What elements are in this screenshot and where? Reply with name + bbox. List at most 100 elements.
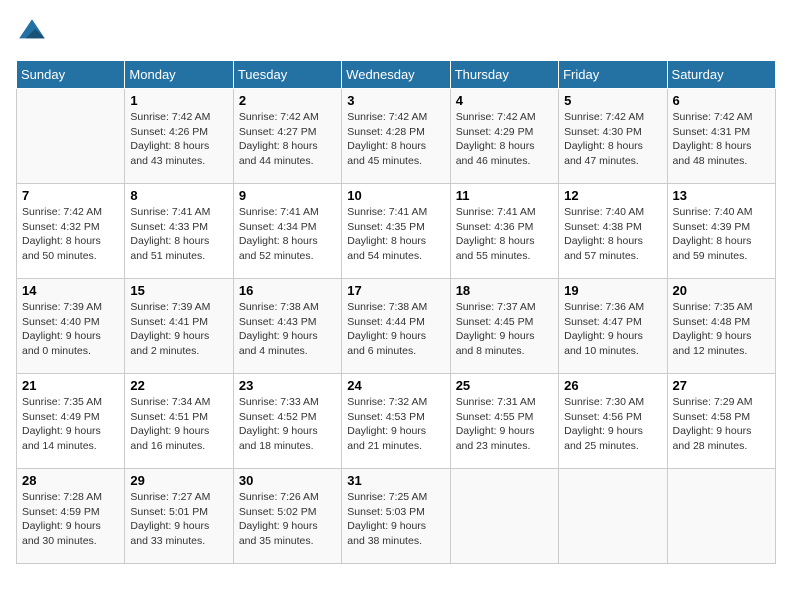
day-number: 10 — [347, 188, 444, 203]
cell-info: Sunrise: 7:26 AMSunset: 5:02 PMDaylight:… — [239, 490, 336, 549]
day-number: 9 — [239, 188, 336, 203]
calendar-cell: 28 Sunrise: 7:28 AMSunset: 4:59 PMDayligh… — [17, 469, 125, 564]
day-number: 16 — [239, 283, 336, 298]
cell-info: Sunrise: 7:42 AMSunset: 4:27 PMDaylight:… — [239, 110, 336, 169]
calendar-cell: 3 Sunrise: 7:42 AMSunset: 4:28 PMDaylight… — [342, 89, 450, 184]
cell-info: Sunrise: 7:25 AMSunset: 5:03 PMDaylight:… — [347, 490, 444, 549]
cell-info: Sunrise: 7:27 AMSunset: 5:01 PMDaylight:… — [130, 490, 227, 549]
calendar-cell — [450, 469, 558, 564]
day-number: 5 — [564, 93, 661, 108]
calendar-cell: 7 Sunrise: 7:42 AMSunset: 4:32 PMDaylight… — [17, 184, 125, 279]
day-number: 22 — [130, 378, 227, 393]
cell-info: Sunrise: 7:39 AMSunset: 4:41 PMDaylight:… — [130, 300, 227, 359]
calendar-cell: 2 Sunrise: 7:42 AMSunset: 4:27 PMDaylight… — [233, 89, 341, 184]
cell-info: Sunrise: 7:42 AMSunset: 4:28 PMDaylight:… — [347, 110, 444, 169]
header-day-tuesday: Tuesday — [233, 61, 341, 89]
cell-info: Sunrise: 7:32 AMSunset: 4:53 PMDaylight:… — [347, 395, 444, 454]
calendar-cell: 24 Sunrise: 7:32 AMSunset: 4:53 PMDayligh… — [342, 374, 450, 469]
day-number: 26 — [564, 378, 661, 393]
day-number: 15 — [130, 283, 227, 298]
calendar-cell: 13 Sunrise: 7:40 AMSunset: 4:39 PMDayligh… — [667, 184, 775, 279]
calendar-cell: 11Sunrise: 7:41 AMSunset: 4:36 PMDayligh… — [450, 184, 558, 279]
calendar-cell: 22 Sunrise: 7:34 AMSunset: 4:51 PMDayligh… — [125, 374, 233, 469]
calendar-cell: 14 Sunrise: 7:39 AMSunset: 4:40 PMDayligh… — [17, 279, 125, 374]
cell-info: Sunrise: 7:35 AMSunset: 4:48 PMDaylight:… — [673, 300, 770, 359]
cell-info: Sunrise: 7:31 AMSunset: 4:55 PMDaylight:… — [456, 395, 553, 454]
cell-info: Sunrise: 7:30 AMSunset: 4:56 PMDaylight:… — [564, 395, 661, 454]
calendar-cell: 12 Sunrise: 7:40 AMSunset: 4:38 PMDayligh… — [559, 184, 667, 279]
cell-info: Sunrise: 7:29 AMSunset: 4:58 PMDaylight:… — [673, 395, 770, 454]
cell-info: Sunrise: 7:41 AMSunset: 4:34 PMDaylight:… — [239, 205, 336, 264]
calendar-week-row: 28 Sunrise: 7:28 AMSunset: 4:59 PMDayligh… — [17, 469, 776, 564]
calendar-week-row: 14 Sunrise: 7:39 AMSunset: 4:40 PMDayligh… — [17, 279, 776, 374]
cell-info: Sunrise: 7:42 AMSunset: 4:26 PMDaylight:… — [130, 110, 227, 169]
day-number: 31 — [347, 473, 444, 488]
cell-info: Sunrise: 7:39 AMSunset: 4:40 PMDaylight:… — [22, 300, 119, 359]
day-number: 28 — [22, 473, 119, 488]
day-number: 23 — [239, 378, 336, 393]
calendar-cell: 29Sunrise: 7:27 AMSunset: 5:01 PMDayligh… — [125, 469, 233, 564]
day-number: 13 — [673, 188, 770, 203]
day-number: 25 — [456, 378, 553, 393]
cell-info: Sunrise: 7:42 AMSunset: 4:32 PMDaylight:… — [22, 205, 119, 264]
calendar-cell: 19 Sunrise: 7:36 AMSunset: 4:47 PMDayligh… — [559, 279, 667, 374]
cell-info: Sunrise: 7:28 AMSunset: 4:59 PMDaylight:… — [22, 490, 119, 549]
day-number: 18 — [456, 283, 553, 298]
day-number: 14 — [22, 283, 119, 298]
day-number: 30 — [239, 473, 336, 488]
header-day-wednesday: Wednesday — [342, 61, 450, 89]
calendar-cell: 15 Sunrise: 7:39 AMSunset: 4:41 PMDayligh… — [125, 279, 233, 374]
calendar-cell: 6Sunrise: 7:42 AMSunset: 4:31 PMDaylight… — [667, 89, 775, 184]
cell-info: Sunrise: 7:42 AMSunset: 4:31 PMDaylight:… — [673, 110, 770, 169]
calendar-cell: 8Sunrise: 7:41 AMSunset: 4:33 PMDaylight… — [125, 184, 233, 279]
day-number: 4 — [456, 93, 553, 108]
cell-info: Sunrise: 7:33 AMSunset: 4:52 PMDaylight:… — [239, 395, 336, 454]
calendar-cell: 5 Sunrise: 7:42 AMSunset: 4:30 PMDaylight… — [559, 89, 667, 184]
day-number: 20 — [673, 283, 770, 298]
day-number: 7 — [22, 188, 119, 203]
calendar-cell: 26 Sunrise: 7:30 AMSunset: 4:56 PMDayligh… — [559, 374, 667, 469]
calendar-cell: 20 Sunrise: 7:35 AMSunset: 4:48 PMDayligh… — [667, 279, 775, 374]
logo — [16, 16, 52, 48]
calendar-cell: 21 Sunrise: 7:35 AMSunset: 4:49 PMDayligh… — [17, 374, 125, 469]
calendar-week-row: 7 Sunrise: 7:42 AMSunset: 4:32 PMDaylight… — [17, 184, 776, 279]
calendar-cell: 17 Sunrise: 7:38 AMSunset: 4:44 PMDayligh… — [342, 279, 450, 374]
logo-icon — [16, 16, 48, 48]
day-number: 17 — [347, 283, 444, 298]
calendar-cell: 9 Sunrise: 7:41 AMSunset: 4:34 PMDaylight… — [233, 184, 341, 279]
calendar-cell — [17, 89, 125, 184]
cell-info: Sunrise: 7:37 AMSunset: 4:45 PMDaylight:… — [456, 300, 553, 359]
day-number: 1 — [130, 93, 227, 108]
calendar-cell: 10Sunrise: 7:41 AMSunset: 4:35 PMDayligh… — [342, 184, 450, 279]
calendar-week-row: 21 Sunrise: 7:35 AMSunset: 4:49 PMDayligh… — [17, 374, 776, 469]
calendar-cell: 30 Sunrise: 7:26 AMSunset: 5:02 PMDayligh… — [233, 469, 341, 564]
day-number: 12 — [564, 188, 661, 203]
cell-info: Sunrise: 7:38 AMSunset: 4:44 PMDaylight:… — [347, 300, 444, 359]
day-number: 21 — [22, 378, 119, 393]
header-day-monday: Monday — [125, 61, 233, 89]
day-number: 19 — [564, 283, 661, 298]
cell-info: Sunrise: 7:42 AMSunset: 4:30 PMDaylight:… — [564, 110, 661, 169]
header-day-sunday: Sunday — [17, 61, 125, 89]
calendar-cell: 18 Sunrise: 7:37 AMSunset: 4:45 PMDayligh… — [450, 279, 558, 374]
cell-info: Sunrise: 7:38 AMSunset: 4:43 PMDaylight:… — [239, 300, 336, 359]
cell-info: Sunrise: 7:35 AMSunset: 4:49 PMDaylight:… — [22, 395, 119, 454]
calendar-header-row: SundayMondayTuesdayWednesdayThursdayFrid… — [17, 61, 776, 89]
cell-info: Sunrise: 7:40 AMSunset: 4:38 PMDaylight:… — [564, 205, 661, 264]
cell-info: Sunrise: 7:34 AMSunset: 4:51 PMDaylight:… — [130, 395, 227, 454]
calendar-cell: 16 Sunrise: 7:38 AMSunset: 4:43 PMDayligh… — [233, 279, 341, 374]
cell-info: Sunrise: 7:41 AMSunset: 4:36 PMDaylight:… — [456, 205, 553, 264]
header-day-friday: Friday — [559, 61, 667, 89]
cell-info: Sunrise: 7:36 AMSunset: 4:47 PMDaylight:… — [564, 300, 661, 359]
day-number: 8 — [130, 188, 227, 203]
calendar-table: SundayMondayTuesdayWednesdayThursdayFrid… — [16, 60, 776, 564]
cell-info: Sunrise: 7:40 AMSunset: 4:39 PMDaylight:… — [673, 205, 770, 264]
day-number: 3 — [347, 93, 444, 108]
calendar-cell: 23 Sunrise: 7:33 AMSunset: 4:52 PMDayligh… — [233, 374, 341, 469]
day-number: 24 — [347, 378, 444, 393]
calendar-cell — [559, 469, 667, 564]
page-header — [16, 16, 776, 48]
header-day-saturday: Saturday — [667, 61, 775, 89]
calendar-cell: 1 Sunrise: 7:42 AMSunset: 4:26 PMDaylight… — [125, 89, 233, 184]
day-number: 2 — [239, 93, 336, 108]
